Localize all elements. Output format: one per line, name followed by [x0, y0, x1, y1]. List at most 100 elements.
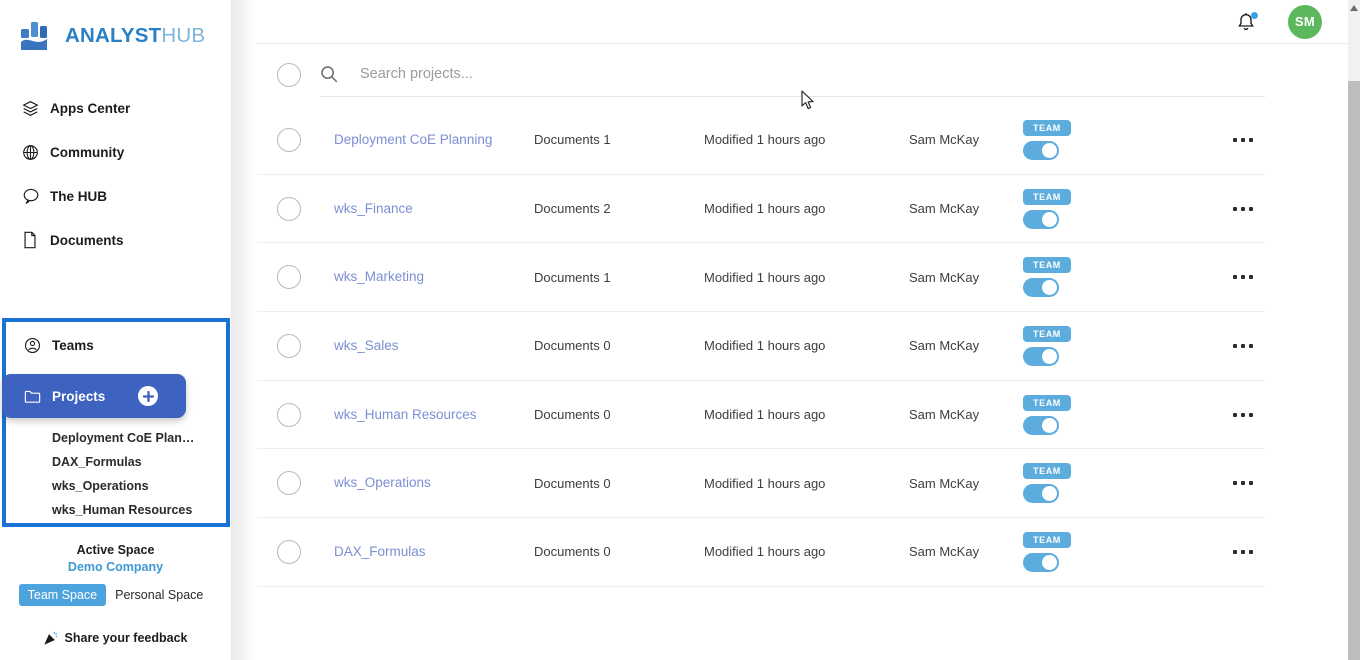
brand-name-bold: ANALYST: [65, 23, 162, 47]
team-visibility-cell: TEAM: [1014, 463, 1134, 504]
sidebar-nav: Apps Center Community The HUB Documents: [0, 86, 231, 262]
row-select-circle[interactable]: [277, 265, 301, 290]
more-horizontal-icon[interactable]: [1233, 137, 1253, 142]
project-name-link[interactable]: Deployment CoE Planning: [334, 132, 492, 147]
projects-highlight-box: Teams Projects Deployment CoE Planni... …: [2, 318, 230, 527]
project-sublist-item[interactable]: Deployment CoE Planni...: [52, 426, 202, 450]
plus-circle-icon[interactable]: [138, 386, 158, 406]
more-horizontal-icon[interactable]: [1233, 343, 1253, 348]
select-all-checkbox[interactable]: [277, 63, 301, 87]
toggle-knob: [1042, 211, 1057, 227]
more-horizontal-icon[interactable]: [1233, 481, 1253, 486]
share-feedback-label: Share your feedback: [64, 630, 188, 645]
team-toggle[interactable]: [1023, 346, 1059, 366]
status-badge: TEAM: [1023, 463, 1071, 480]
project-name-link[interactable]: wks_Operations: [334, 475, 431, 490]
team-visibility-cell: TEAM: [1014, 325, 1134, 366]
sidebar-item-teams[interactable]: Teams: [6, 322, 226, 368]
row-checkbox[interactable]: [277, 127, 301, 152]
project-name-link[interactable]: wks_Marketing: [334, 269, 424, 284]
project-sublist-item[interactable]: wks_Operations: [52, 474, 202, 498]
row-select-circle[interactable]: [277, 471, 301, 496]
party-popper-icon: [43, 630, 59, 645]
table-row[interactable]: wks_Finance Documents 2 Modified 1 hours a…: [257, 175, 1265, 244]
table-row[interactable]: wks_Operations Documents 0 Modified 1 hour…: [257, 449, 1265, 519]
owner-cell: Sam McKay: [909, 132, 980, 148]
notification-dot: [1251, 11, 1258, 19]
row-select-circle[interactable]: [277, 196, 301, 221]
project-name-link[interactable]: DAX_Formulas: [334, 544, 426, 559]
team-toggle[interactable]: [1023, 278, 1059, 298]
more-horizontal-icon[interactable]: [1233, 275, 1253, 280]
row-menu-cell: [1134, 137, 1265, 142]
team-toggle[interactable]: [1023, 415, 1059, 435]
project-name-link[interactable]: wks_Sales: [334, 338, 399, 353]
row-select-circle[interactable]: [277, 333, 301, 358]
search-icon: [320, 65, 338, 83]
row-checkbox[interactable]: [277, 539, 301, 564]
brand-name: ANALYSTHUB: [65, 23, 205, 47]
scrollbar-thumb[interactable]: [1348, 81, 1360, 660]
avatar[interactable]: SM: [1288, 4, 1322, 39]
row-checkbox[interactable]: [277, 402, 301, 427]
search-bar[interactable]: [320, 53, 1265, 97]
toggle-knob: [1042, 142, 1057, 158]
folder-icon: [24, 389, 50, 404]
active-space-title: Active Space: [76, 543, 155, 557]
more-horizontal-icon[interactable]: [1233, 206, 1253, 211]
team-visibility-cell: TEAM: [1014, 257, 1134, 298]
project-name-cell: wks_Finance: [334, 200, 534, 218]
project-name-cell: DAX_Formulas: [334, 543, 534, 561]
team-toggle[interactable]: [1023, 140, 1059, 160]
table-row[interactable]: DAX_Formulas Documents 0 Modified 1 hours …: [257, 518, 1265, 587]
row-menu-cell: [1134, 275, 1265, 280]
team-toggle[interactable]: [1023, 209, 1059, 229]
active-space-company[interactable]: Demo Company: [0, 560, 231, 574]
project-name-link[interactable]: wks_Human Resources: [334, 407, 477, 422]
globe-icon: [22, 144, 48, 161]
row-checkbox[interactable]: [277, 265, 301, 290]
sidebar-item-documents[interactable]: Documents: [0, 218, 231, 262]
notification-bell-icon[interactable]: [1236, 11, 1258, 33]
row-select-circle[interactable]: [277, 539, 301, 564]
row-menu-cell: [1134, 481, 1265, 486]
modified-cell: Modified 1 hours ago: [704, 407, 826, 423]
search-input[interactable]: [360, 65, 1265, 82]
project-sublist-item[interactable]: wks_Human Resources: [52, 498, 202, 522]
active-space-panel: Active Space Demo Company Team Space Per…: [0, 543, 231, 645]
row-menu-cell: [1134, 549, 1265, 554]
table-row[interactable]: Deployment CoE Planning Documents 1 Modifi…: [257, 106, 1265, 175]
toggle-knob: [1042, 348, 1057, 364]
owner-cell: Sam McKay: [909, 544, 980, 560]
row-select-circle[interactable]: [277, 127, 301, 152]
team-visibility-cell: TEAM: [1014, 394, 1134, 435]
project-name-cell: wks_Sales: [334, 337, 534, 355]
share-feedback-link[interactable]: Share your feedback: [0, 630, 231, 645]
scroll-up-arrow-icon[interactable]: [1348, 2, 1360, 14]
table-row[interactable]: wks_Human Resources Documents 0 Modified 1…: [257, 381, 1265, 450]
vertical-scrollbar[interactable]: [1348, 0, 1360, 660]
row-select-circle[interactable]: [277, 402, 301, 427]
modified-cell: Modified 1 hours ago: [704, 544, 826, 560]
team-visibility-cell: TEAM: [1014, 531, 1134, 572]
more-horizontal-icon[interactable]: [1233, 412, 1253, 417]
tab-team-space[interactable]: Team Space: [18, 584, 107, 606]
more-horizontal-icon[interactable]: [1233, 549, 1253, 554]
row-checkbox[interactable]: [277, 471, 301, 496]
app-root: ANALYSTHUB Apps Center Community The HUB…: [0, 0, 1360, 660]
team-toggle[interactable]: [1023, 484, 1059, 504]
row-checkbox[interactable]: [277, 196, 301, 221]
sidebar-item-community[interactable]: Community: [0, 130, 231, 174]
sidebar-item-the-hub[interactable]: The HUB: [0, 174, 231, 218]
table-row[interactable]: wks_Marketing Documents 1 Modified 1 hours…: [257, 243, 1265, 313]
row-checkbox[interactable]: [277, 333, 301, 358]
sidebar-item-label: Projects: [52, 388, 106, 404]
table-row[interactable]: wks_Sales Documents 0 Modified 1 hours ago…: [257, 312, 1265, 381]
team-toggle[interactable]: [1023, 552, 1059, 572]
sidebar-item-projects[interactable]: Projects: [2, 374, 186, 418]
brand-logo[interactable]: ANALYSTHUB: [0, 0, 231, 56]
tab-personal-space[interactable]: Personal Space: [106, 584, 212, 606]
project-sublist-item[interactable]: DAX_Formulas: [52, 450, 202, 474]
sidebar-item-apps-center[interactable]: Apps Center: [0, 86, 231, 130]
project-name-link[interactable]: wks_Finance: [334, 201, 413, 216]
